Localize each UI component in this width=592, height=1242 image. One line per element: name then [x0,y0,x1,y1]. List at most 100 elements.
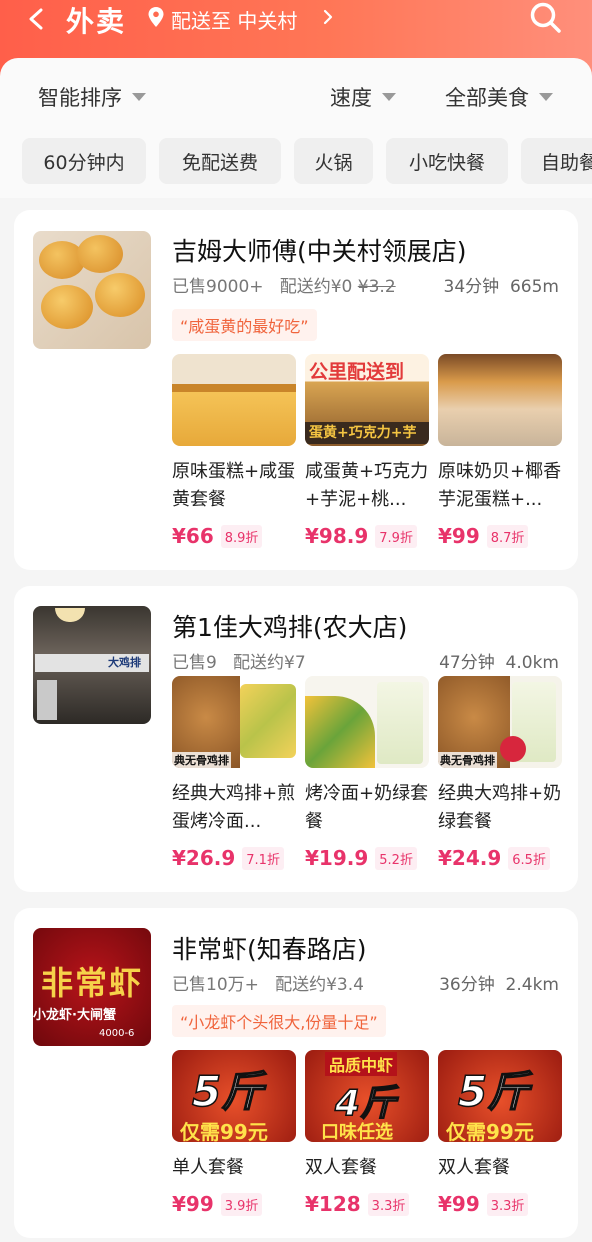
sold-count: 已售9 [172,653,217,673]
dish-item[interactable]: 5斤 仅需99元 双人套餐 ¥99 3.3折 [438,1050,562,1216]
taro-cake-image [438,354,562,446]
store-name[interactable]: 第1佳大鸡排(农大店) [172,608,407,644]
delivery-time: 34分钟 [443,277,500,297]
chip-60min[interactable]: 60分钟内 [22,138,146,184]
discount-badge: 5.2折 [375,846,417,870]
dish-price: ¥24.9 [438,846,502,870]
dish-name: 经典大鸡排+奶绿套餐 [438,783,562,832]
dish-item[interactable]: 公里配送到 蛋黄+巧克力+芋 咸蛋黄+巧克力+芋泥+桃... ¥98.9 7.9… [305,354,429,548]
discount-badge: 3.9折 [220,1192,263,1216]
image-text: 5斤 [191,1066,264,1117]
store-meta: 已售10万+ 配送约¥3.4 [172,970,364,995]
dish-price-row: ¥99 3.9折 [172,1192,296,1216]
dish-price-row: ¥19.9 5.2折 [305,846,429,870]
delivery-eta: 47分钟 4.0km [439,648,559,673]
dish-item[interactable]: 烤冷面+奶绿套餐 ¥19.9 5.2折 [305,676,429,870]
search-icon[interactable] [528,0,564,36]
discount-badge: 8.9折 [220,524,263,548]
dish-name: 烤冷面+奶绿套餐 [305,783,429,832]
dish-name: 原味奶贝+椰香芋泥蛋糕+... [438,461,562,510]
image-text: 公里配送到 [309,361,405,383]
delivery-location[interactable]: 配送至 中关村 [171,5,297,34]
filter-panel: 智能排序 速度 全部美食 60分钟内 免配送费 火锅 小吃快餐 自助餐 [0,58,592,198]
sort-category[interactable]: 全部美食 [445,82,553,112]
dish-price: ¥19.9 [305,846,369,870]
dish-item[interactable]: 品质中虾 4斤 口味任选 双人套餐 ¥128 3.3折 [305,1050,429,1216]
store-card[interactable]: 吉姆大师傅(中关村领展店) 已售9000+ 配送约¥0 ¥3.2 34分钟 66… [14,210,578,570]
dish-name: 经典大鸡排+煎蛋烤冷面... [172,783,296,832]
dish-item[interactable]: 5斤 仅需99元 单人套餐 ¥99 3.9折 [172,1050,296,1216]
discount-badge: 7.1折 [242,846,284,870]
image-text: 仅需99元 [180,1120,268,1142]
dish-name: 单人套餐 [172,1157,244,1178]
chip-free-delivery[interactable]: 免配送费 [159,138,281,184]
crayfish-5jin-image: 5斤 仅需99元 [172,1050,296,1142]
dish-item[interactable]: 典无骨鸡排 经典大鸡排+煎蛋烤冷面... ¥26.9 7.1折 [172,676,296,870]
chip-hotpot[interactable]: 火锅 [294,138,373,184]
logo-text: 小龙虾·大闸蟹 [33,1008,116,1023]
store-name[interactable]: 吉姆大师傅(中关村领展店) [172,232,467,268]
dish-price-row: ¥26.9 7.1折 [172,846,296,870]
distance: 2.4km [505,975,559,995]
dish-name: 原味蛋糕+咸蛋黄套餐 [172,461,296,510]
dish-price-row: ¥98.9 7.9折 [305,524,429,548]
delivery-fee: 配送约¥0 [279,277,353,297]
crayfish-5jin-image: 5斤 仅需99元 [438,1050,562,1142]
chip-buffet[interactable]: 自助餐 [521,138,592,184]
sort-speed[interactable]: 速度 [330,82,396,112]
discount-badge: 3.3折 [367,1192,410,1216]
image-text: 蛋黄+巧克力+芋 [305,422,429,444]
chip-snacks[interactable]: 小吃快餐 [386,138,508,184]
storefront-image: 大鸡排 [33,606,151,724]
sort-smart-label: 智能排序 [38,86,122,110]
dish-price-row: ¥128 3.3折 [305,1192,429,1216]
discount-badge: 6.5折 [508,846,550,870]
delivery-time: 47分钟 [439,653,495,673]
dish-item[interactable]: 典无骨鸡排 经典大鸡排+奶绿套餐 ¥24.9 6.5折 [438,676,562,870]
distance: 4.0km [505,653,559,673]
dish-name: 双人套餐 [438,1157,510,1178]
chicken-drink-image: 典无骨鸡排 [438,676,562,768]
chicken-cutlet-image: 典无骨鸡排 [172,676,296,768]
store-name[interactable]: 非常虾(知春路店) [172,930,367,966]
chevron-right-icon[interactable] [322,9,334,25]
back-icon[interactable] [26,8,48,30]
dish-price: ¥98.9 [305,524,369,548]
cold-noodle-drink-image [305,676,429,768]
image-text: 仅需99元 [446,1120,534,1142]
location-pin-icon [148,7,164,27]
dish-price: ¥99 [172,1192,214,1216]
store-card[interactable]: 大鸡排 第1佳大鸡排(农大店) 已售9 配送约¥7 47分钟 4.0km 典无骨… [14,586,578,892]
delivery-fee: 配送约¥3.4 [275,975,364,995]
sort-smart[interactable]: 智能排序 [38,82,146,112]
dish-price: ¥99 [438,524,480,548]
review-tag: “咸蛋黄的最好吃” [172,309,317,341]
dish-price-row: ¥99 8.7折 [438,524,562,548]
delivery-fee: 配送约¥7 [233,653,306,673]
dish-name: 咸蛋黄+巧克力+芋泥+桃... [305,461,429,510]
image-text: 典无骨鸡排 [438,752,497,768]
dish-item[interactable]: 原味蛋糕+咸蛋黄套餐 ¥66 8.9折 [172,354,296,548]
sponge-cake-image [172,354,296,446]
store-card[interactable]: 非常虾 小龙虾·大闸蟹 4000-6 非常虾(知春路店) 已售10万+ 配送约¥… [14,908,578,1238]
discount-badge: 3.3折 [486,1192,529,1216]
sort-category-label: 全部美食 [445,86,529,110]
image-text: 品质中虾 [325,1052,398,1076]
dish-price-row: ¥66 8.9折 [172,524,296,548]
image-text: 口味任选 [321,1122,393,1142]
delivery-eta: 36分钟 2.4km [439,970,559,995]
delivery-eta: 34分钟 665m [444,272,559,297]
crayfish-logo-image: 非常虾 小龙虾·大闸蟹 4000-6 [33,928,151,1046]
delivery-fee-original: ¥3.2 [357,277,396,297]
dish-price: ¥99 [438,1192,480,1216]
discount-badge: 7.9折 [375,524,417,548]
dish-item[interactable]: 原味奶贝+椰香芋泥蛋糕+... ¥99 8.7折 [438,354,562,548]
review-tag: “小龙虾个头很大,份量十足” [172,1005,386,1037]
logo-text: 4000-6 [99,1028,135,1039]
store-sign: 大鸡排 [35,654,149,672]
store-meta: 已售9000+ 配送约¥0 ¥3.2 [172,272,396,297]
dish-price-row: ¥99 3.3折 [438,1192,562,1216]
page-title: 外卖 [66,5,127,38]
dish-price: ¥128 [305,1192,361,1216]
delivery-time: 36分钟 [439,975,495,995]
